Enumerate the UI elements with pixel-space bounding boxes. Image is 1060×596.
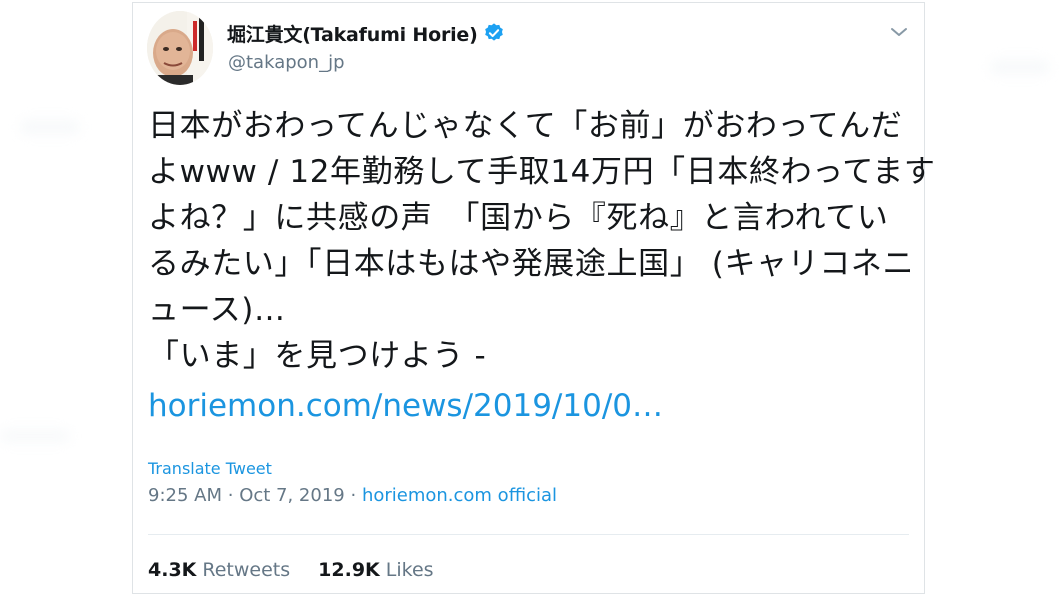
screenshot-stage: 堀江貴文(Takafumi Horie) @takapon_jp 日本がおわって… [0,0,1060,596]
tweet-source[interactable]: horiemon.com official [362,485,557,506]
retweets-count: 4.3K [148,559,197,581]
handle[interactable]: @takapon_jp [228,52,345,73]
tweet-time[interactable]: 9:25 AM [148,485,222,506]
retweets-stat[interactable]: 4.3K Retweets [148,559,290,581]
tweet-text-line: 日本がおわってんじゃなくて「お前」がおわってんだ [148,108,903,144]
tweet-text-line: よwww / 12年勤務して手取14万円「日本終わってます [148,154,936,190]
author-name-row: 堀江貴文(Takafumi Horie) [227,19,505,47]
tweet-meta: 9:25 AM · Oct 7, 2019 · horiemon.com off… [148,485,557,506]
tweet-stats: 4.3K Retweets 12.9K Likes [148,559,434,581]
translate-tweet-link[interactable]: Translate Tweet [148,459,272,478]
background-blur [20,120,80,134]
meta-separator: · [227,485,240,506]
tweet-date[interactable]: Oct 7, 2019 [239,485,345,506]
tweet-text-line: ュース)… [148,292,286,328]
tweet-link[interactable]: horiemon.com/news/2019/10/0… [148,383,663,429]
likes-stat[interactable]: 12.9K Likes [318,559,433,581]
tweet-text-line: よね？」に共感の声 「国から『死ね』と言われてい [148,200,889,236]
tweet-text: 日本がおわってんじゃなくて「お前」がおわってんだ よwww / 12年勤務して手… [148,103,936,379]
background-blur [0,430,70,442]
meta-separator: · [350,485,362,506]
tweet-text-line: 「いま」を見つけよう - [148,338,487,374]
chevron-down-icon[interactable] [888,23,910,41]
avatar[interactable] [147,11,213,85]
display-name[interactable]: 堀江貴文(Takafumi Horie) [227,20,478,47]
likes-count: 12.9K [318,559,380,581]
tweet-text-line: るみたい」「日本はもはや発展途上国」 (キャリコネニ [148,246,915,282]
avatar-image [147,11,213,85]
verified-badge-icon [483,22,505,44]
likes-label: Likes [385,559,434,581]
divider [148,534,909,535]
tweet-card: 堀江貴文(Takafumi Horie) @takapon_jp 日本がおわって… [132,2,936,594]
retweets-label: Retweets [202,559,291,581]
background-blur [990,60,1050,74]
